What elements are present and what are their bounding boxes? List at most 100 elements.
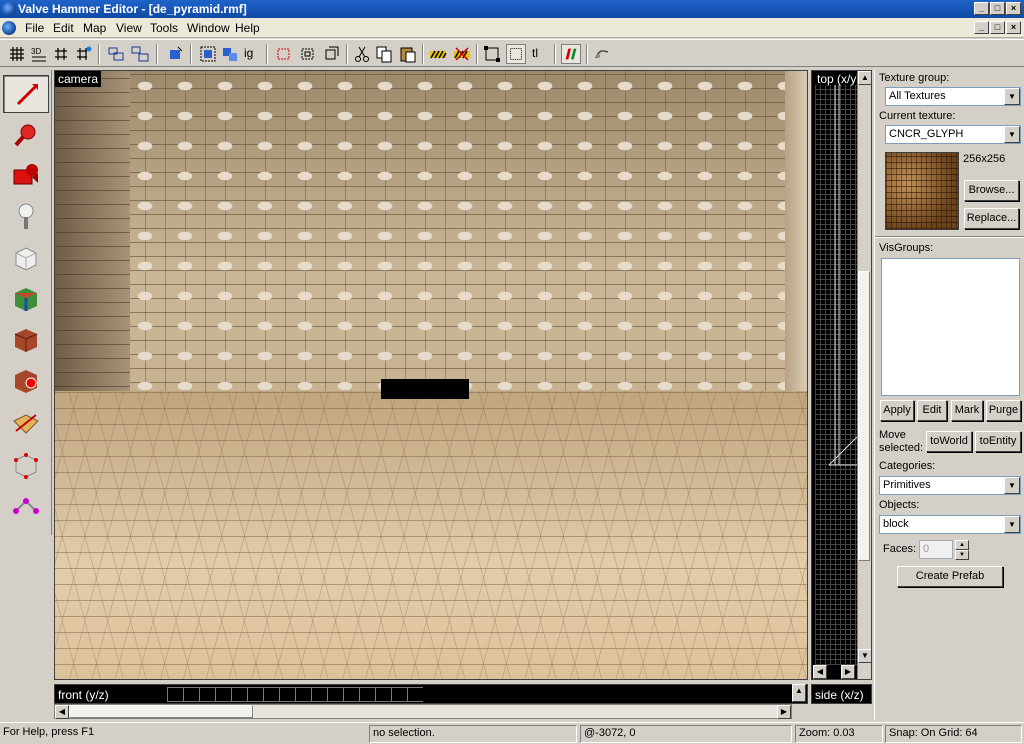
chevron-down-icon[interactable]: ▼ [1004, 88, 1020, 105]
front-scroll-up-arrow[interactable]: ▲ [792, 684, 806, 702]
camera-tool[interactable] [3, 157, 49, 195]
chevron-down-icon[interactable]: ▼ [1004, 477, 1020, 494]
app-icon[interactable] [2, 2, 16, 16]
camera-tool-icon [13, 164, 38, 185]
compile-icon[interactable] [561, 44, 581, 64]
scroll-left-arrow[interactable]: ◀ [813, 665, 827, 679]
path-tool[interactable] [3, 489, 49, 527]
texture-apply-icon[interactable] [452, 44, 472, 64]
menu-edit[interactable]: Edit [53, 21, 74, 35]
menu-window[interactable]: Window [187, 21, 230, 35]
apply-button[interactable]: Apply [880, 400, 914, 421]
group-icon[interactable] [106, 44, 126, 64]
block-tool[interactable] [3, 239, 49, 277]
scroll-left-arrow[interactable]: ◀ [55, 705, 69, 719]
current-texture-dropdown[interactable]: CNCR_GLYPH ▼ [885, 125, 1021, 144]
title-bar: Valve Hammer Editor - [de_pyramid.rmf] _… [0, 0, 1024, 18]
grid-toggle-icon[interactable] [7, 44, 27, 64]
front-viewport[interactable]: front (y/z) [54, 684, 808, 704]
top-viewport-brushes [828, 85, 859, 466]
paste-icon[interactable] [398, 44, 418, 64]
selection-tool[interactable] [3, 75, 49, 113]
selection-box-icon[interactable] [482, 44, 502, 64]
decal-tool-icon [15, 370, 37, 393]
scroll-up-arrow[interactable]: ▲ [858, 71, 871, 85]
purge-button[interactable]: Purge [986, 400, 1021, 421]
maximize-button[interactable]: □ [990, 2, 1005, 15]
menu-file[interactable]: File [25, 21, 44, 35]
select-by-handle-icon[interactable] [506, 44, 526, 64]
create-prefab-button[interactable]: Create Prefab [897, 566, 1003, 587]
doc-restore-button[interactable]: □ [990, 21, 1005, 34]
show-icon[interactable] [220, 44, 240, 64]
mark-button[interactable]: Mark [951, 400, 983, 421]
copy-icon[interactable] [374, 44, 394, 64]
hide-icon[interactable] [198, 44, 218, 64]
top-viewport[interactable]: top (x/y) ▲ ▼ ◀ ▶ [811, 70, 872, 680]
status-bar: For Help, press F1 no selection. @-3072,… [0, 722, 1024, 744]
front-viewport-label[interactable]: front (y/z) [55, 687, 112, 703]
menu-help[interactable]: Help [235, 21, 260, 35]
scroll-right-arrow[interactable]: ▶ [841, 665, 855, 679]
texture-label-button[interactable]: tl [532, 46, 552, 66]
chevron-down-icon[interactable]: ▼ [1004, 516, 1020, 533]
cut-icon[interactable] [352, 44, 372, 64]
document-icon[interactable] [2, 21, 16, 35]
close-button[interactable]: × [1006, 2, 1021, 15]
scroll-down-arrow[interactable]: ▼ [858, 649, 871, 663]
texture-group-dropdown[interactable]: All Textures ▼ [885, 87, 1021, 106]
vertex-manipulation-tool[interactable] [3, 446, 49, 484]
top-viewport-scrollbar[interactable]: ▲ ▼ [857, 71, 871, 679]
menu-map[interactable]: Map [83, 21, 106, 35]
grid-larger-icon[interactable] [73, 44, 93, 64]
browse-button[interactable]: Browse... [964, 180, 1019, 201]
to-entity-icon[interactable] [166, 44, 186, 64]
grid-smaller-icon[interactable] [51, 44, 71, 64]
texture-group-label: Texture group: [879, 72, 950, 84]
apply-current-texture-tool[interactable] [3, 321, 49, 359]
menu-tools[interactable]: Tools [150, 21, 178, 35]
front-viewport-scrollbar[interactable]: ◀ ▶ [54, 704, 792, 719]
objects-dropdown[interactable]: block ▼ [879, 515, 1021, 534]
chevron-down-icon[interactable]: ▼ [1004, 126, 1020, 143]
clip-icon[interactable] [322, 44, 342, 64]
camera-viewport[interactable]: camera [54, 70, 808, 680]
to-world-button[interactable]: toWorld [926, 431, 972, 452]
ignore-groups-button[interactable]: ig [244, 46, 264, 66]
minimize-button[interactable]: _ [974, 2, 989, 15]
edit-button[interactable]: Edit [917, 400, 947, 421]
menu-view[interactable]: View [116, 21, 142, 35]
3d-grid-icon[interactable]: 3D [29, 44, 49, 64]
to-entity-button[interactable]: toEntity [975, 431, 1021, 452]
texture-lock-icon[interactable] [428, 44, 448, 64]
decal-tool[interactable] [3, 362, 49, 400]
visgroups-list[interactable] [881, 258, 1020, 396]
side-viewport-label[interactable]: side (x/z) [812, 687, 867, 703]
objects-value: block [883, 518, 909, 530]
texture-application-tool[interactable] [3, 280, 49, 318]
top-viewport-label[interactable]: top (x/y) [814, 71, 863, 87]
side-viewport[interactable]: side (x/z) [811, 684, 872, 704]
categories-dropdown[interactable]: Primitives ▼ [879, 476, 1021, 495]
scroll-thumb[interactable] [69, 705, 253, 718]
run-map-icon[interactable] [592, 44, 612, 64]
ungroup-icon[interactable] [130, 44, 150, 64]
carve-icon[interactable] [274, 44, 294, 64]
replace-button[interactable]: Replace... [964, 208, 1019, 229]
floor-texture [55, 391, 807, 679]
vertex-manipulation-icon [14, 453, 38, 479]
faces-increment-arrow[interactable]: ▲ [955, 540, 969, 550]
faces-input[interactable]: 0 [919, 540, 953, 559]
toolbar-separator [346, 44, 348, 64]
doc-minimize-button[interactable]: _ [974, 21, 989, 34]
toolbar-separator [422, 44, 424, 64]
doc-close-button[interactable]: × [1006, 21, 1021, 34]
magnify-tool[interactable] [3, 116, 49, 154]
faces-decrement-arrow[interactable]: ▼ [955, 550, 969, 560]
scroll-right-arrow[interactable]: ▶ [777, 705, 791, 719]
scroll-thumb[interactable] [858, 271, 870, 561]
camera-viewport-label[interactable]: camera [55, 71, 102, 87]
hollow-icon[interactable] [298, 44, 318, 64]
clipping-tool[interactable] [3, 405, 49, 443]
entity-tool[interactable] [3, 198, 49, 236]
